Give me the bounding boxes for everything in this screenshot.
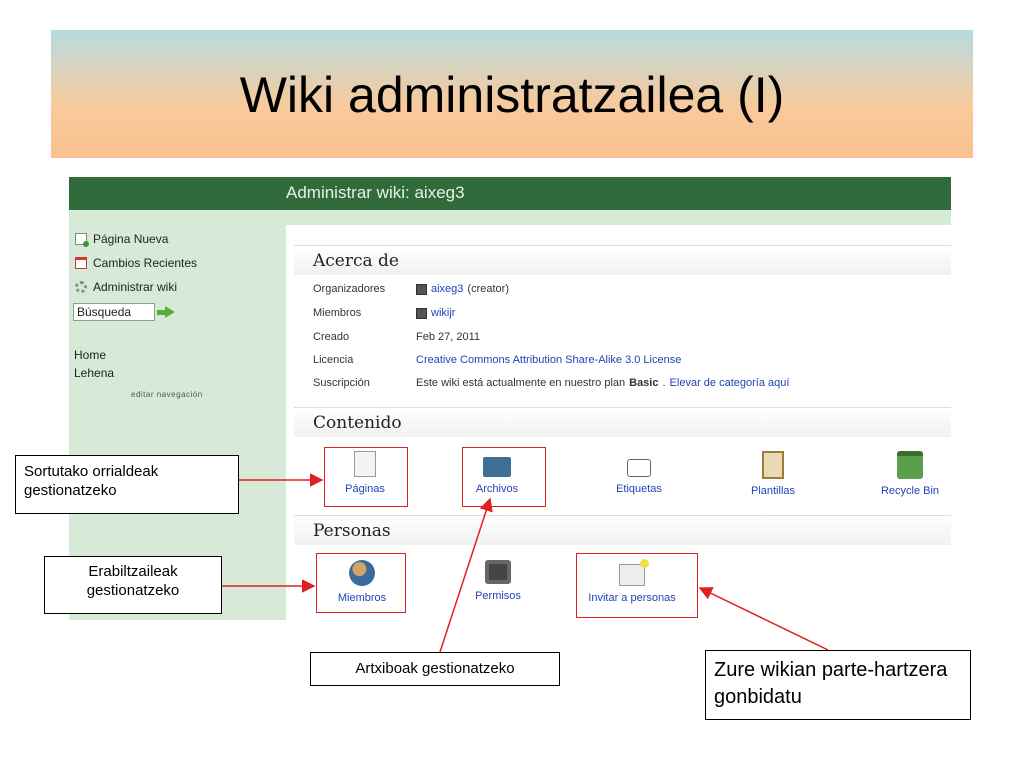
arrow-files <box>439 497 493 653</box>
callout-users: Erabiltzaileak gestionatzeko <box>44 556 222 614</box>
callout-files: Artxiboak gestionatzeko <box>310 652 560 686</box>
callout-pages: Sortutako orrialdeak gestionatzeko <box>15 455 239 514</box>
callout-invite: Zure wikian parte-hartzera gonbidatu <box>705 650 971 720</box>
arrow-invite <box>698 587 829 651</box>
